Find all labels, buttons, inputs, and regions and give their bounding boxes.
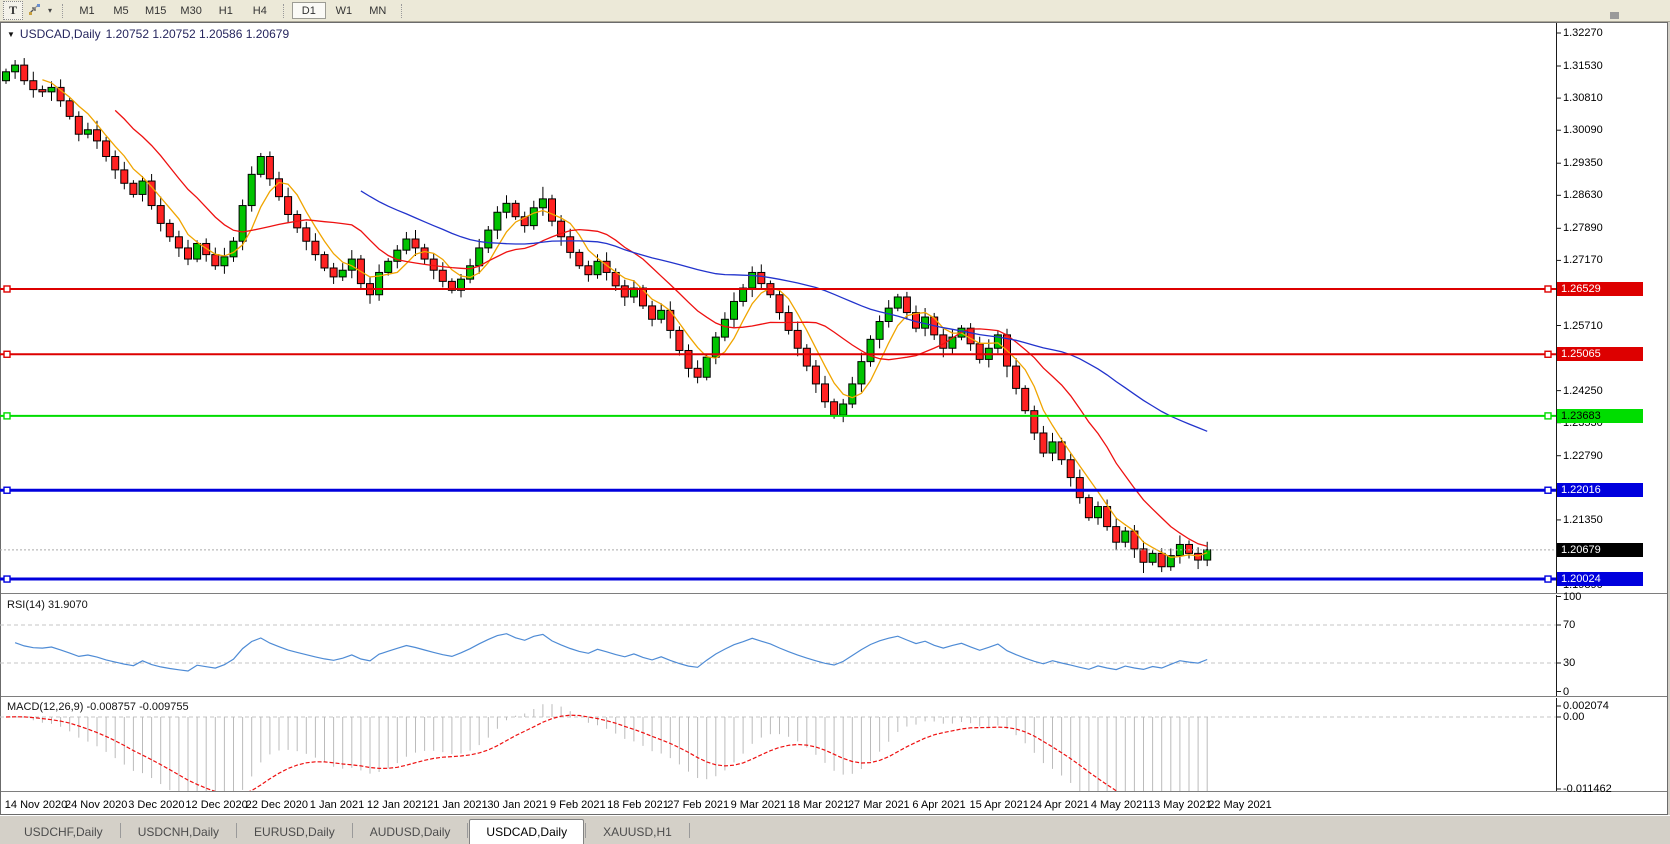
chart-title: ▼ USDCAD,Daily 1.20752 1.20752 1.20586 1… — [7, 27, 289, 41]
candles — [2, 58, 1212, 573]
moving-average-5 — [42, 79, 1208, 559]
horizontal-line-1.26529[interactable] — [0, 285, 1556, 293]
macd-histogram — [14, 704, 1208, 791]
horizontal-line-1.20024[interactable] — [0, 575, 1556, 583]
horizontal-line-1.23683[interactable] — [0, 412, 1556, 420]
horizontal-line-1.22016[interactable] — [0, 486, 1556, 494]
macd-signal-line — [5, 714, 1118, 791]
pane-splitter-rsi[interactable] — [1, 593, 1667, 595]
horizontal-line-1.25065[interactable] — [0, 350, 1556, 358]
chart-title-caret-icon[interactable]: ▼ — [7, 30, 15, 39]
mt4-workspace: { "toolbar": { "text_tool": "T", "timefr… — [0, 0, 1670, 844]
price-axis-line — [1556, 23, 1557, 791]
rsi-line — [14, 633, 1208, 672]
pane-splitter-macd[interactable] — [1, 696, 1667, 698]
price-chart-canvas — [0, 32, 1561, 791]
chart-symbol-label: USDCAD,Daily — [19, 27, 101, 41]
chart-ohlc-values: 1.20752 1.20752 1.20586 1.20679 — [105, 27, 290, 41]
rsi-label: RSI(14) 31.9070 — [7, 599, 88, 611]
macd-label: MACD(12,26,9) -0.008757 -0.009755 — [7, 701, 189, 713]
date-axis-border — [1, 791, 1667, 793]
